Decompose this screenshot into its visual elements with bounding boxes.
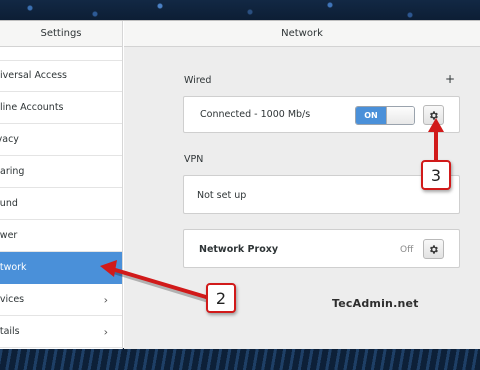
badge-label: 2 bbox=[215, 288, 227, 308]
chevron-right-icon: › bbox=[103, 325, 108, 338]
sidebar-item-label: ound bbox=[0, 198, 18, 209]
sidebar-item-network[interactable]: etwork bbox=[0, 252, 122, 284]
gear-icon bbox=[430, 110, 438, 120]
annotation-badge-3: 3 bbox=[421, 160, 451, 190]
sidebar-item-label: etwork bbox=[0, 262, 27, 273]
toggle-knob bbox=[386, 107, 414, 124]
wired-section-title: Wired bbox=[184, 75, 212, 86]
sidebar-item-sound[interactable]: ound bbox=[0, 188, 122, 220]
sidebar-item-label: ivacy bbox=[0, 134, 19, 145]
sidebar-item-label: nline Accounts bbox=[0, 102, 64, 113]
network-proxy-card[interactable]: Network Proxy Off bbox=[183, 229, 460, 268]
page-title: Network bbox=[281, 28, 323, 39]
chevron-right-icon: › bbox=[103, 293, 108, 306]
network-proxy-label: Network Proxy bbox=[199, 244, 279, 255]
sidebar-item-label: etails bbox=[0, 326, 20, 337]
wired-toggle-switch[interactable]: ON bbox=[355, 106, 415, 125]
sidebar-item-label: ower bbox=[0, 230, 18, 241]
vpn-status-text: Not set up bbox=[197, 190, 247, 201]
desktop-background-bottom bbox=[0, 348, 480, 370]
sidebar-item-online-accounts[interactable]: nline Accounts bbox=[0, 92, 122, 124]
settings-sidebar: Settings ————— niversal Access nline Acc… bbox=[0, 21, 123, 349]
desktop-background-top bbox=[0, 0, 480, 22]
annotation-badge-2: 2 bbox=[206, 283, 236, 313]
proxy-settings-button[interactable] bbox=[423, 239, 444, 259]
sidebar-item-power[interactable]: ower bbox=[0, 220, 122, 252]
toggle-on-label: ON bbox=[356, 107, 386, 124]
wired-status-text: Connected - 1000 Mb/s bbox=[200, 109, 311, 120]
sidebar-item-partial: ————— bbox=[0, 47, 122, 61]
sidebar-item-privacy[interactable]: ivacy bbox=[0, 124, 122, 156]
network-proxy-status: Off bbox=[400, 245, 414, 255]
wired-settings-button[interactable] bbox=[423, 105, 444, 125]
vpn-section-title: VPN bbox=[184, 154, 204, 165]
badge-label: 3 bbox=[430, 165, 442, 185]
sidebar-title: Settings bbox=[40, 28, 82, 39]
watermark-text: TecAdmin.net bbox=[332, 297, 419, 310]
sidebar-header: Settings bbox=[0, 21, 122, 47]
sidebar-item-label: evices bbox=[0, 294, 25, 305]
gear-icon bbox=[430, 244, 438, 254]
sidebar-item-universal-access[interactable]: niversal Access bbox=[0, 60, 122, 92]
sidebar-list: ————— niversal Access nline Accounts iva… bbox=[0, 47, 122, 349]
sidebar-item-devices[interactable]: evices › bbox=[0, 284, 122, 316]
settings-window: Settings ————— niversal Access nline Acc… bbox=[0, 20, 480, 349]
sidebar-item-details[interactable]: etails › bbox=[0, 316, 122, 348]
vpn-card[interactable]: Not set up bbox=[183, 175, 460, 214]
sidebar-item-label: niversal Access bbox=[0, 70, 67, 81]
sidebar-item-label: haring bbox=[0, 166, 25, 177]
sidebar-item-sharing[interactable]: haring bbox=[0, 156, 122, 188]
add-connection-button[interactable]: + bbox=[445, 72, 455, 86]
main-header: Network bbox=[124, 21, 480, 47]
wired-connection-card: Connected - 1000 Mb/s ON bbox=[183, 96, 460, 133]
